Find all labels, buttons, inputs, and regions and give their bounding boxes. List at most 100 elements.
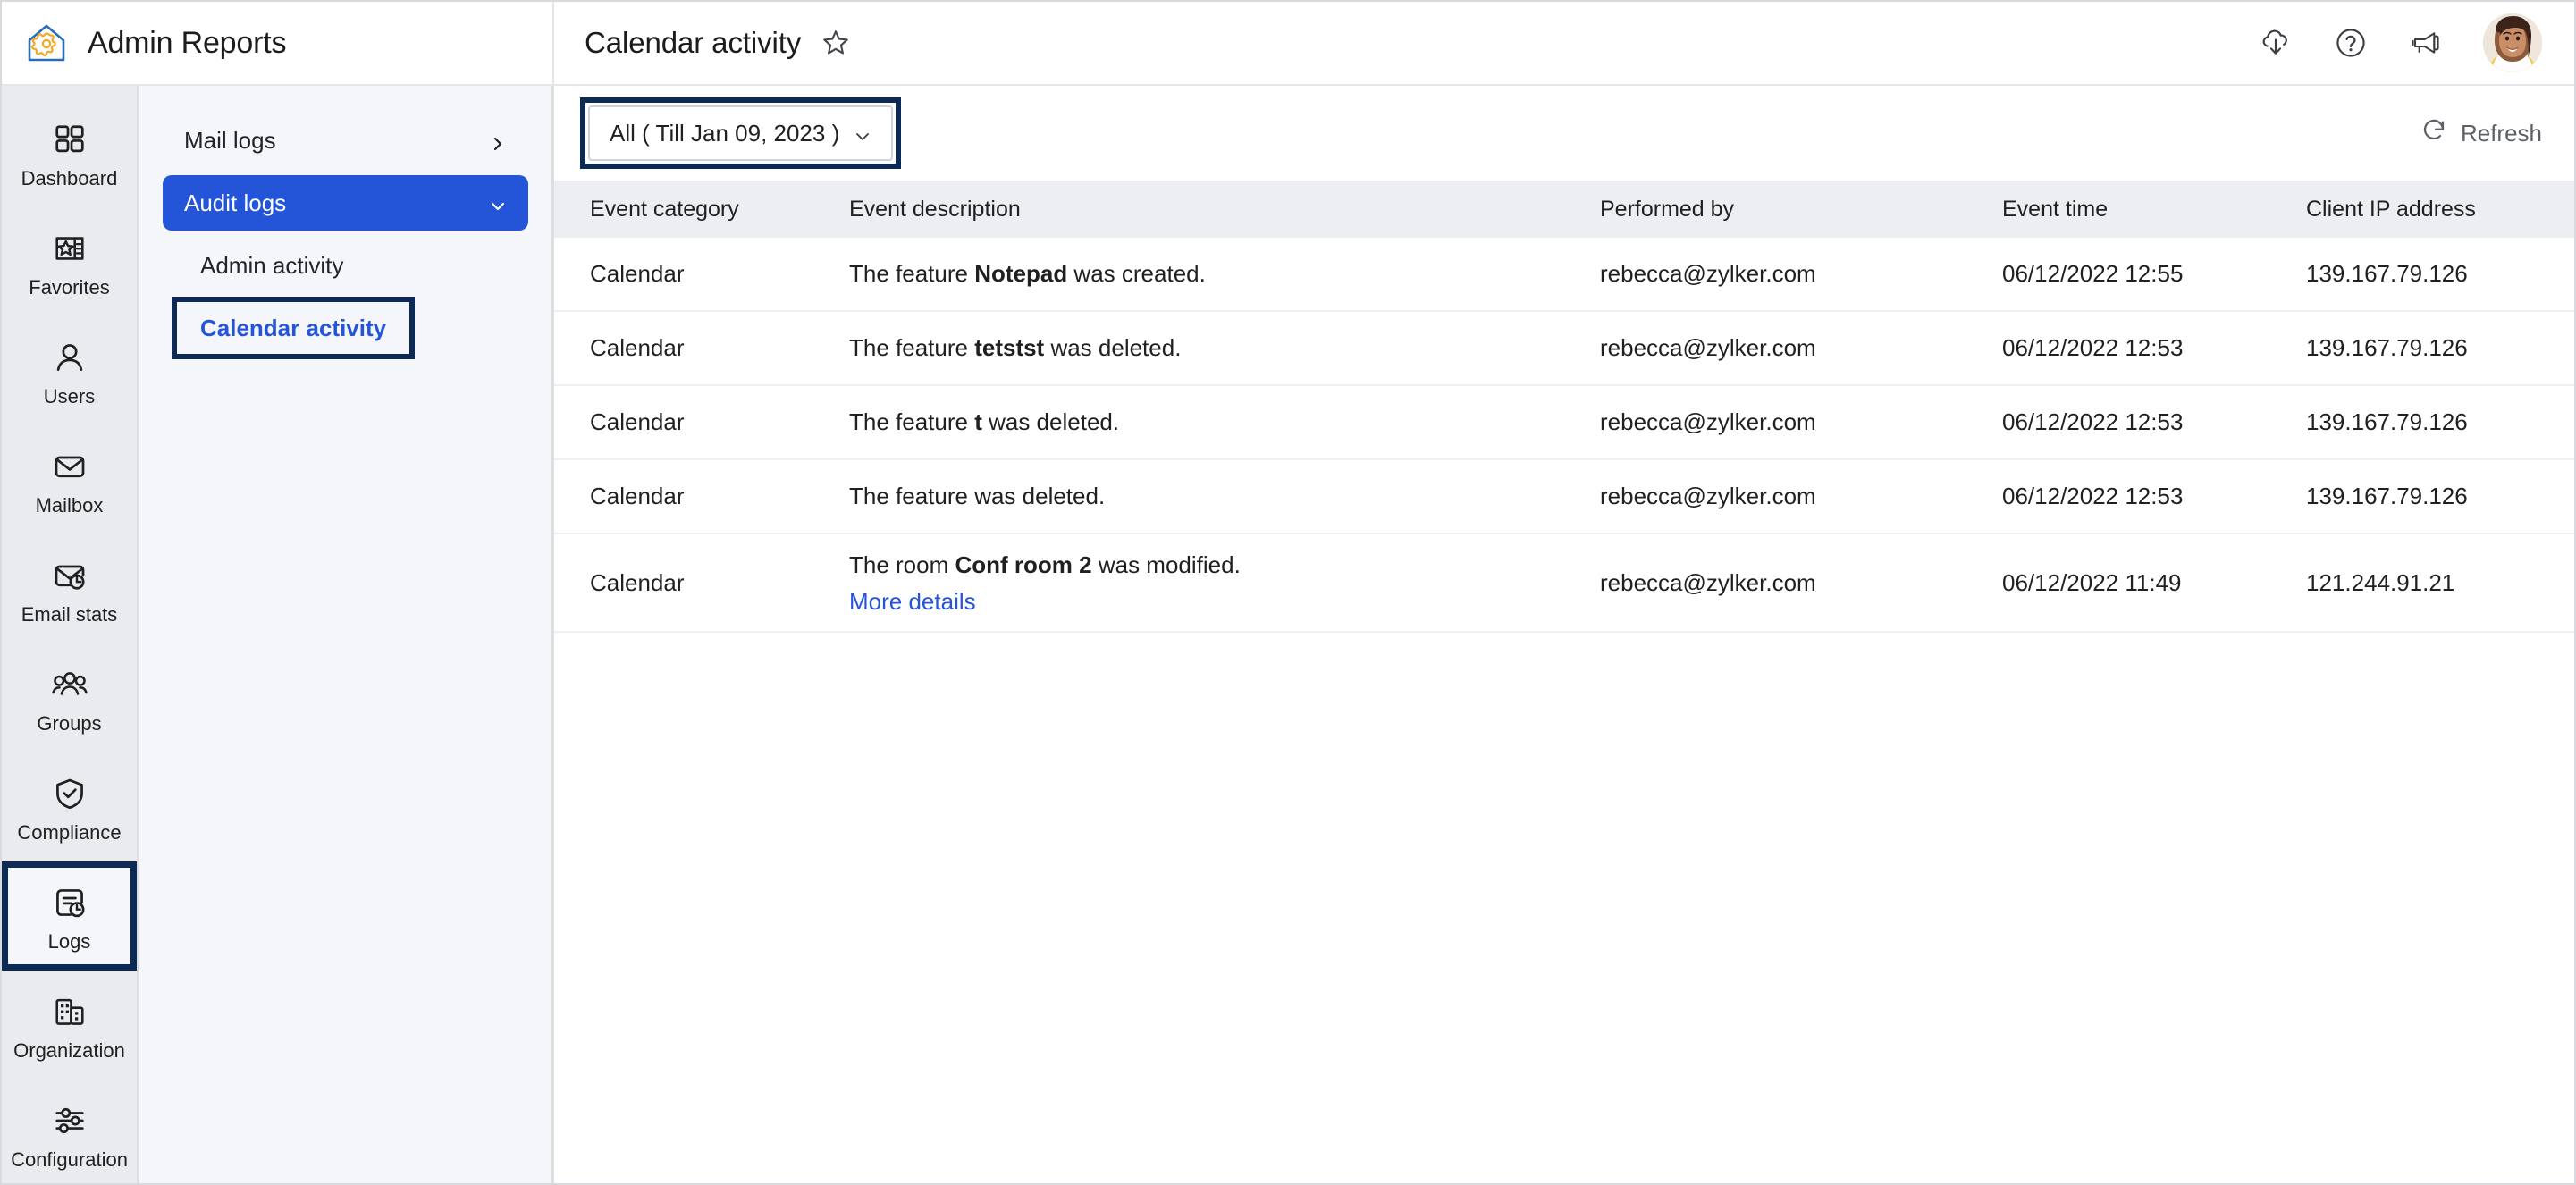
audit-log-table: Event category Event description Perform… (554, 181, 2574, 633)
sidebar-item-label: Dashboard (21, 166, 118, 189)
event-description-text: The feature Notepad was created. (849, 259, 1206, 287)
help-icon[interactable] (2333, 25, 2369, 61)
sliders-icon (52, 1099, 88, 1142)
subnav-item-label: Admin activity (200, 251, 344, 279)
chevron-down-icon (489, 194, 507, 212)
date-filter-wrap: All ( Till Jan 09, 2023 ) (580, 97, 902, 169)
table-header-row: Event category Event description Perform… (554, 181, 2574, 238)
star-document-icon (52, 227, 88, 270)
page-title: Calendar activity (585, 26, 802, 59)
refresh-label: Refresh (2460, 119, 2542, 147)
refresh-icon (2420, 117, 2447, 150)
event-description-text: The feature tetstst was deleted. (849, 333, 1182, 361)
cell-event-time: 06/12/2022 12:53 (2002, 483, 2184, 509)
sidebar-item-label: Logs (47, 929, 91, 953)
primary-sidebar: Dashboard Favorites Users Mailbox Email … (2, 86, 139, 1183)
sidebar-item-label: Compliance (17, 820, 122, 844)
date-filter-dropdown[interactable]: All ( Till Jan 09, 2023 ) (588, 105, 894, 161)
cell-client-ip: 139.167.79.126 (2306, 334, 2468, 361)
column-header-event-category: Event category (590, 196, 739, 222)
cell-event-description: The feature tetstst was deleted. (849, 332, 1600, 364)
cell-event-description: The feature t was deleted. (849, 407, 1600, 438)
page-header: Calendar activity (554, 2, 2258, 84)
subnav-item-label: Mail logs (184, 126, 276, 154)
subnav-item-calendar-activity[interactable]: Calendar activity (163, 300, 408, 356)
star-outline-icon[interactable] (821, 28, 851, 58)
shield-check-icon (52, 772, 88, 815)
grid-icon (52, 118, 88, 161)
chevron-right-icon (489, 131, 507, 151)
people-icon (51, 663, 88, 706)
sidebar-item-favorites[interactable]: Favorites (2, 207, 137, 316)
cell-event-category: Calendar (590, 483, 685, 509)
body: Dashboard Favorites Users Mailbox Email … (2, 86, 2574, 1183)
sidebar-item-configuration[interactable]: Configuration (2, 1080, 137, 1183)
sidebar-item-compliance[interactable]: Compliance (2, 752, 137, 861)
sidebar-item-label: Email stats (21, 602, 118, 626)
secondary-sidebar: Mail logs Audit logs Admin activity Cale… (139, 86, 554, 1183)
column-header-event-time: Event time (2002, 196, 2109, 222)
event-description-subject: tetstst (974, 333, 1045, 361)
house-gear-logo-icon (25, 21, 68, 64)
sidebar-item-dashboard[interactable]: Dashboard (2, 98, 137, 207)
sidebar-item-mailbox[interactable]: Mailbox (2, 425, 137, 534)
download-icon[interactable] (2258, 25, 2294, 61)
cell-event-time: 06/12/2022 11:49 (2002, 568, 2182, 596)
cell-event-category: Calendar (590, 260, 685, 287)
sidebar-item-label: Configuration (11, 1147, 128, 1171)
cell-client-ip: 121.244.91.21 (2306, 568, 2455, 596)
admin-reports-window: Admin Reports Calendar activity Dashboar… (0, 0, 2576, 1185)
table-row: Calendar The feature was deleted. rebecca@… (554, 460, 2574, 534)
table-row: Calendar The room Conf room 2 was modifie… (554, 534, 2574, 633)
building-icon (52, 990, 88, 1033)
user-icon (52, 336, 88, 379)
table-body: Calendar The feature Notepad was created.… (554, 238, 2574, 633)
event-description-text: The feature t was deleted. (849, 408, 1120, 435)
refresh-button[interactable]: Refresh (2420, 117, 2542, 150)
subnav-item-audit-logs[interactable]: Audit logs (163, 175, 528, 231)
table-row: Calendar The feature tetstst was deleted.… (554, 312, 2574, 386)
more-details-link[interactable]: More details (849, 588, 976, 616)
calendar-activity-wrap: Calendar activity (163, 297, 416, 359)
sidebar-item-organization[interactable]: Organization (2, 971, 137, 1080)
cell-event-category: Calendar (590, 568, 685, 596)
sidebar-item-logs[interactable]: Logs (2, 861, 137, 971)
envelope-icon (52, 445, 88, 488)
cell-performed-by: rebecca@zylker.com (1600, 483, 1816, 509)
cell-event-category: Calendar (590, 408, 685, 435)
subnav-item-mail-logs[interactable]: Mail logs (163, 113, 528, 168)
cell-client-ip: 139.167.79.126 (2306, 483, 2468, 509)
cell-client-ip: 139.167.79.126 (2306, 260, 2468, 287)
subnav-item-label: Audit logs (184, 189, 287, 216)
event-description-text: The feature was deleted. (849, 482, 1106, 509)
cell-event-category: Calendar (590, 334, 685, 361)
cell-event-time: 06/12/2022 12:53 (2002, 334, 2184, 361)
sidebar-item-email-stats[interactable]: Email stats (2, 534, 137, 643)
table-row: Calendar The feature Notepad was created.… (554, 238, 2574, 312)
event-description-text: The room Conf room 2 was modified. (849, 550, 1241, 578)
chevron-down-icon (854, 124, 871, 142)
subnav-item-label: Calendar activity (200, 314, 387, 341)
sidebar-item-label: Mailbox (35, 493, 104, 517)
cell-event-description: The feature was deleted. (849, 481, 1600, 512)
subnav-item-admin-activity[interactable]: Admin activity (163, 238, 528, 293)
cell-event-time: 06/12/2022 12:55 (2002, 260, 2184, 287)
event-description-subject: Notepad (974, 259, 1068, 287)
sidebar-item-label: Favorites (29, 275, 110, 298)
user-avatar[interactable] (2483, 13, 2542, 72)
brand[interactable]: Admin Reports (2, 2, 554, 84)
announcement-icon[interactable] (2408, 25, 2444, 61)
sidebar-item-groups[interactable]: Groups (2, 643, 137, 752)
cell-client-ip: 139.167.79.126 (2306, 408, 2468, 435)
column-header-event-description: Event description (849, 196, 1021, 222)
content-area: All ( Till Jan 09, 2023 ) Refresh Event … (554, 86, 2574, 1183)
brand-title: Admin Reports (88, 25, 287, 60)
log-clock-icon (52, 881, 88, 924)
event-description-subject: Conf room 2 (955, 550, 1092, 578)
table-empty-space (554, 633, 2574, 1183)
cell-event-time: 06/12/2022 12:53 (2002, 408, 2184, 435)
sidebar-item-label: Groups (37, 711, 102, 735)
cell-event-description: The room Conf room 2 was modified. More d… (849, 550, 1600, 616)
sidebar-item-label: Organization (13, 1038, 125, 1062)
sidebar-item-users[interactable]: Users (2, 316, 137, 425)
